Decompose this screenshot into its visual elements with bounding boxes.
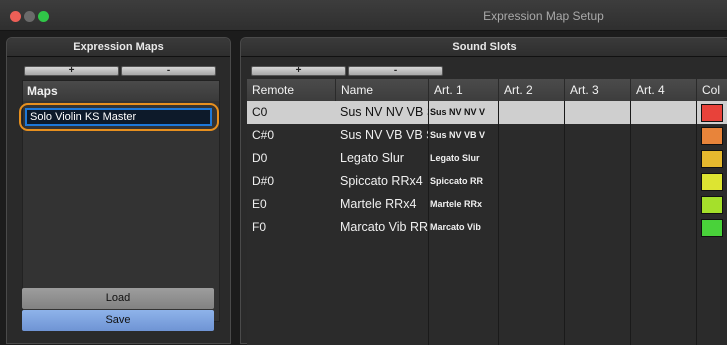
cell-remote: D#0: [252, 174, 275, 188]
column-divider: [428, 101, 429, 345]
maps-list-header: Maps: [23, 81, 219, 101]
cell-remote: F0: [252, 220, 267, 234]
table-row[interactable]: E0 Martele RRx4 Martele RRx: [247, 193, 727, 216]
load-button[interactable]: Load: [22, 288, 214, 309]
window-title: Expression Map Setup: [483, 9, 604, 23]
color-swatch[interactable]: [701, 150, 723, 168]
column-divider: [498, 101, 499, 345]
column-header-art4[interactable]: Art. 4: [630, 79, 696, 101]
column-header-remote[interactable]: Remote: [247, 79, 335, 101]
color-swatch[interactable]: [701, 127, 723, 145]
map-item-solo-violin[interactable]: Solo Violin KS Master: [25, 108, 212, 126]
table-row[interactable]: F0 Marcato Vib RR Marcato Vib: [247, 216, 727, 239]
cell-remote: C#0: [252, 128, 275, 142]
cell-name: Spiccato RRx4: [340, 174, 423, 188]
color-swatch[interactable]: [701, 104, 723, 122]
table-row[interactable]: D#0 Spiccato RRx4 Spiccato RR: [247, 170, 727, 193]
column-divider: [696, 101, 697, 345]
table-row[interactable]: C0 Sus NV NV VB S Sus NV NV V: [247, 101, 727, 124]
cell-remote: E0: [252, 197, 267, 211]
selection-highlight: Solo Violin KS Master: [19, 103, 219, 131]
column-header-art2[interactable]: Art. 2: [498, 79, 564, 101]
cell-art1: Sus NV VB V: [430, 130, 486, 140]
cell-art1: Spiccato RR: [430, 176, 484, 186]
sound-slots-table: Remote Name Art. 1 Art. 2 Art. 3 Art. 4 …: [247, 79, 727, 345]
cell-name: Sus NV NV VB S: [340, 105, 428, 119]
cell-name: Martele RRx4: [340, 197, 417, 211]
cell-remote: C0: [252, 105, 268, 119]
sound-slots-panel: Sound Slots + - Remote Name Art. 1 Art. …: [240, 37, 727, 345]
color-swatch[interactable]: [701, 219, 723, 237]
table-header-row: Remote Name Art. 1 Art. 2 Art. 3 Art. 4 …: [247, 79, 727, 101]
cell-remote: D0: [252, 151, 268, 165]
remove-map-button[interactable]: -: [121, 66, 216, 76]
expression-maps-panel: Expression Maps + - Maps Solo Violin KS …: [6, 37, 231, 344]
table-row[interactable]: D0 Legato Slur Legato Slur: [247, 147, 727, 170]
expression-maps-header: Expression Maps: [7, 38, 230, 57]
column-header-color[interactable]: Col: [696, 79, 727, 101]
color-swatch[interactable]: [701, 173, 723, 191]
add-map-button[interactable]: +: [24, 66, 119, 76]
add-slot-button[interactable]: +: [251, 66, 346, 76]
sound-slots-header: Sound Slots: [241, 38, 727, 57]
cell-art1: Marcato Vib: [430, 222, 481, 232]
color-swatch[interactable]: [701, 196, 723, 214]
cell-art1: Martele RRx: [430, 199, 483, 209]
table-row[interactable]: C#0 Sus NV VB VB S Sus NV VB V: [247, 124, 727, 147]
cell-name: Marcato Vib RR: [340, 220, 428, 234]
save-button[interactable]: Save: [22, 310, 214, 331]
column-header-art1[interactable]: Art. 1: [428, 79, 498, 101]
maps-list: Maps Solo Violin KS Master: [19, 80, 220, 322]
remove-slot-button[interactable]: -: [348, 66, 443, 76]
cell-art1: Sus NV NV V: [430, 107, 486, 117]
column-header-art3[interactable]: Art. 3: [564, 79, 630, 101]
column-divider: [564, 101, 565, 345]
cell-art1: Legato Slur: [430, 153, 480, 163]
column-header-name[interactable]: Name: [335, 79, 428, 101]
title-bar: Expression Map Setup: [0, 0, 727, 31]
cell-name: Sus NV VB VB S: [340, 128, 428, 142]
cell-name: Legato Slur: [340, 151, 404, 165]
column-divider: [630, 101, 631, 345]
